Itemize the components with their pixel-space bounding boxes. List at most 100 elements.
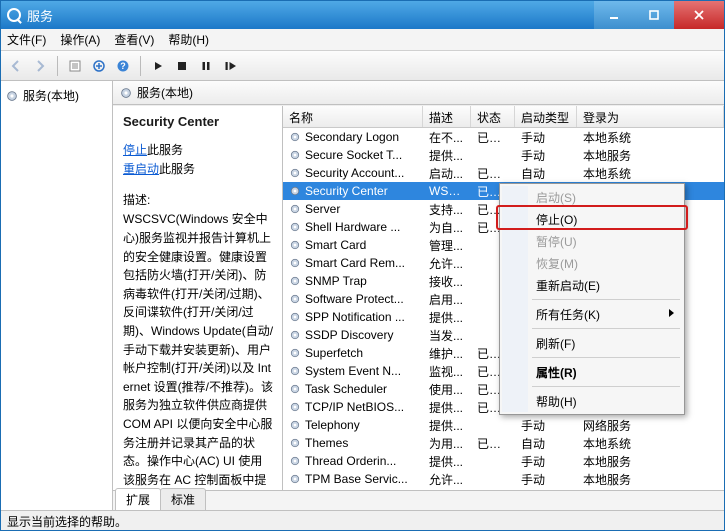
- menubar: 文件(F) 操作(A) 查看(V) 帮助(H): [1, 29, 724, 51]
- cm-resume[interactable]: 恢复(M): [502, 252, 682, 274]
- service-start-type: 自动: [515, 165, 577, 182]
- gear-icon: [289, 473, 301, 485]
- cm-pause[interactable]: 暂停(U): [502, 230, 682, 252]
- service-descr: 接收...: [423, 273, 471, 290]
- service-name: Themes: [305, 436, 348, 450]
- service-status: 已启动: [471, 435, 515, 452]
- service-name: Server: [305, 202, 340, 216]
- address-bar: 服务(本地): [113, 81, 724, 105]
- service-name: SNMP Trap: [305, 274, 367, 288]
- gear-icon: [119, 86, 133, 100]
- col-status[interactable]: 状态: [471, 106, 515, 127]
- stop-service-icon[interactable]: [171, 55, 193, 77]
- export-icon[interactable]: [88, 55, 110, 77]
- properties-icon[interactable]: [64, 55, 86, 77]
- cm-stop[interactable]: 停止(O): [502, 208, 682, 230]
- tree-root-services[interactable]: 服务(本地): [3, 85, 110, 106]
- gear-icon: [289, 347, 301, 359]
- service-name: Task Scheduler: [305, 382, 387, 396]
- context-menu: 启动(S) 停止(O) 暂停(U) 恢复(M) 重新启动(E) 所有任务(K) …: [499, 183, 685, 415]
- service-row[interactable]: Secondary Logon在不...已启动手动本地系统: [283, 128, 724, 146]
- service-descr: 提供...: [423, 417, 471, 434]
- gear-icon: [289, 455, 301, 467]
- menu-file[interactable]: 文件(F): [7, 31, 46, 48]
- minimize-button[interactable]: [594, 1, 634, 29]
- service-name: TPM Base Servic...: [305, 472, 408, 486]
- tab-extended[interactable]: 扩展: [115, 488, 161, 510]
- restart-link[interactable]: 重启动: [123, 162, 159, 176]
- col-name[interactable]: 名称: [283, 106, 423, 127]
- service-name: SPP Notification ...: [305, 310, 405, 324]
- service-logon: 网络服务: [577, 417, 724, 434]
- cm-refresh[interactable]: 刷新(F): [502, 332, 682, 354]
- service-logon: 本地系统: [577, 129, 724, 146]
- service-name: System Event N...: [305, 364, 401, 378]
- cm-alltasks[interactable]: 所有任务(K): [502, 303, 682, 325]
- description-text: WSCSVC(Windows 安全中心)服务监视并报告计算机上的安全健康设置。健…: [123, 210, 274, 490]
- service-row[interactable]: Telephony提供...手动网络服务: [283, 416, 724, 434]
- service-descr: 管理...: [423, 237, 471, 254]
- app-icon: [7, 8, 21, 22]
- service-row[interactable]: TPM Base Servic...允许...手动本地服务: [283, 470, 724, 488]
- cm-props-label: 属性(R): [536, 364, 577, 381]
- stop-link[interactable]: 停止: [123, 143, 147, 157]
- restart-service-icon[interactable]: [219, 55, 241, 77]
- service-descr: 启用...: [423, 291, 471, 308]
- service-logon: 本地服务: [577, 147, 724, 164]
- tree-pane: 服务(本地): [1, 81, 113, 510]
- cm-restart[interactable]: 重新启动(E): [502, 274, 682, 296]
- service-descr: 提供...: [423, 309, 471, 326]
- service-logon: 本地系统: [577, 435, 724, 452]
- start-service-icon[interactable]: [147, 55, 169, 77]
- service-descr: 为用...: [423, 435, 471, 452]
- col-logon[interactable]: 登录为: [577, 106, 724, 127]
- view-tabs: 扩展 标准: [113, 490, 724, 510]
- service-start-type: 手动: [515, 417, 577, 434]
- service-descr: 当发...: [423, 327, 471, 344]
- forward-button[interactable]: [29, 55, 51, 77]
- gear-icon: [289, 329, 301, 341]
- service-row[interactable]: Themes为用...已启动自动本地系统: [283, 434, 724, 452]
- service-name: Superfetch: [305, 346, 363, 360]
- service-name: Shell Hardware ...: [305, 220, 400, 234]
- gear-icon: [289, 167, 301, 179]
- gear-icon: [5, 89, 19, 103]
- service-name: Thread Orderin...: [305, 454, 396, 468]
- menu-help[interactable]: 帮助(H): [168, 31, 209, 48]
- service-start-type: 手动: [515, 453, 577, 470]
- cm-props[interactable]: 属性(R): [502, 361, 682, 383]
- help-icon[interactable]: ?: [112, 55, 134, 77]
- gear-icon: [289, 275, 301, 287]
- service-name: Software Protect...: [305, 292, 404, 306]
- service-descr: 为自...: [423, 219, 471, 236]
- statusbar-text: 显示当前选择的帮助。: [7, 515, 127, 529]
- cm-help[interactable]: 帮助(H): [502, 390, 682, 412]
- col-descr[interactable]: 描述: [423, 106, 471, 127]
- cm-start[interactable]: 启动(S): [502, 186, 682, 208]
- gear-icon: [289, 203, 301, 215]
- service-status: 已启动: [471, 129, 515, 146]
- back-button[interactable]: [5, 55, 27, 77]
- restart-link-suffix: 此服务: [159, 162, 195, 176]
- service-row[interactable]: Secure Socket T...提供...手动本地服务: [283, 146, 724, 164]
- gear-icon: [289, 239, 301, 251]
- gear-icon: [289, 185, 301, 197]
- window-title: 服务: [27, 6, 53, 25]
- detail-pane: Security Center 停止此服务 重启动此服务 描述: WSCSVC(…: [113, 106, 283, 490]
- tab-standard[interactable]: 标准: [160, 488, 206, 510]
- close-button[interactable]: [674, 1, 724, 29]
- menu-action[interactable]: 操作(A): [60, 31, 100, 48]
- menu-view[interactable]: 查看(V): [114, 31, 154, 48]
- service-name: Secondary Logon: [305, 130, 399, 144]
- service-row[interactable]: Security Account...启动...已启动自动本地系统: [283, 164, 724, 182]
- service-start-type: 手动: [515, 129, 577, 146]
- service-logon: 本地服务: [577, 471, 724, 488]
- gear-icon: [289, 437, 301, 449]
- svg-text:?: ?: [120, 61, 126, 71]
- service-descr: 提供...: [423, 453, 471, 470]
- maximize-button[interactable]: [634, 1, 674, 29]
- pause-service-icon[interactable]: [195, 55, 217, 77]
- service-row[interactable]: Thread Orderin...提供...手动本地服务: [283, 452, 724, 470]
- tree-root-label: 服务(本地): [23, 87, 79, 104]
- col-stype[interactable]: 启动类型: [515, 106, 577, 127]
